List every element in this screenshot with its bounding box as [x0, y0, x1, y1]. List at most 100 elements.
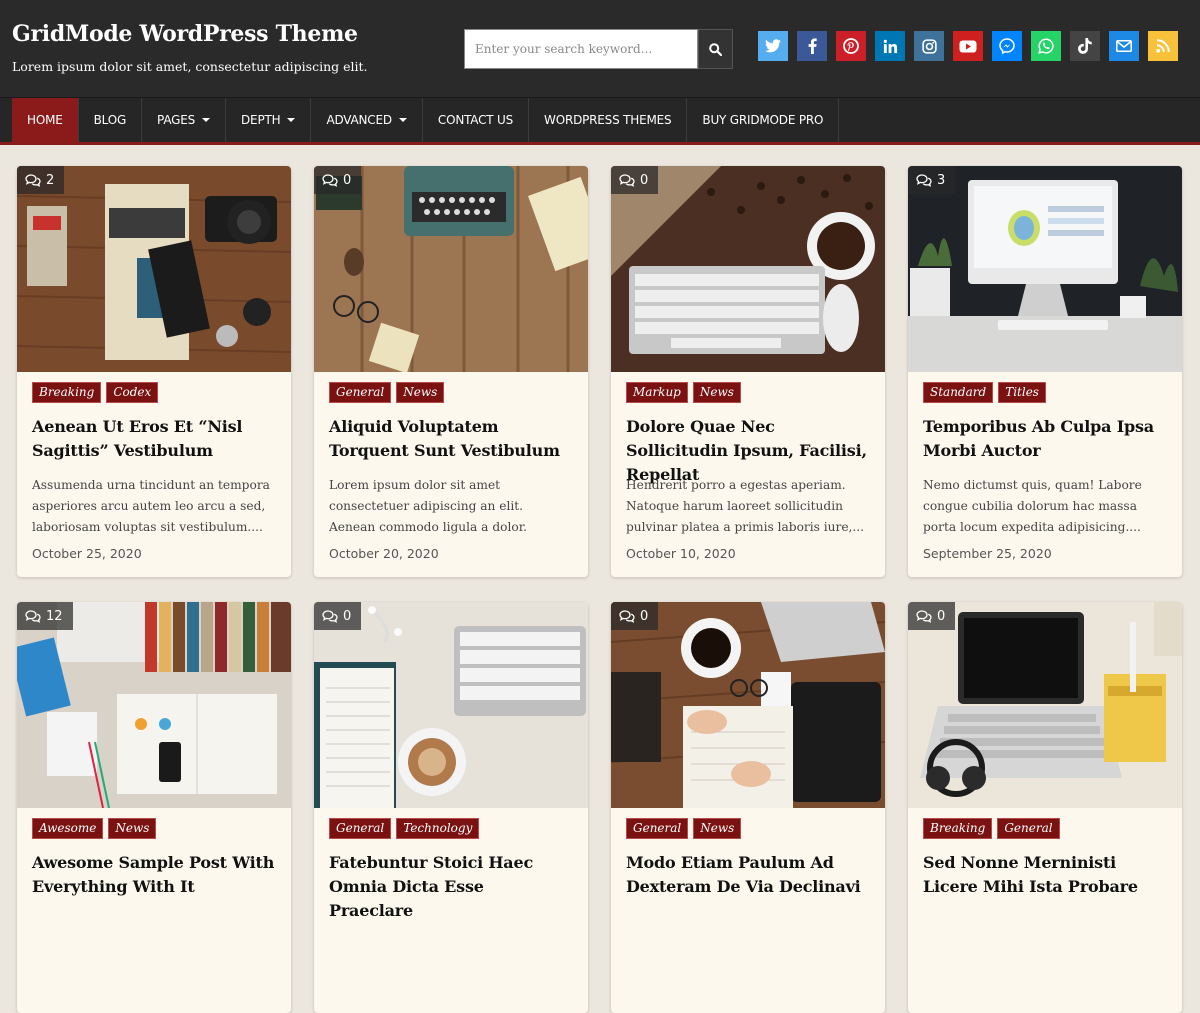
post-title[interactable]: Modo Etiam Paulum Ad Dexteram De Via Dec… — [626, 851, 870, 899]
post-date: October 10, 2020 — [626, 546, 736, 561]
comment-count-badge[interactable]: 0 — [611, 166, 659, 194]
post-categories: General News — [329, 382, 573, 403]
post-date: October 25, 2020 — [32, 546, 142, 561]
nav-item-pages[interactable]: PAGES — [142, 98, 227, 142]
twitter-icon — [765, 39, 781, 53]
pinterest-link[interactable] — [836, 31, 866, 61]
posts-grid: 2 Breaking Codex Aenean Ut Eros Et “Nisl… — [17, 166, 1183, 1013]
post-thumbnail[interactable]: 2 — [17, 166, 291, 372]
main-navigation: HOME BLOG PAGES DEPTH ADVANCED CONTACT U… — [0, 98, 1200, 145]
category-tag[interactable]: Awesome — [32, 818, 104, 839]
comment-count-badge[interactable]: 0 — [314, 602, 362, 630]
post-excerpt: Hendrerit porro a egestas aperiam. Natoq… — [626, 478, 865, 534]
search-button[interactable] — [698, 29, 733, 69]
post-categories: Breaking Codex — [32, 382, 276, 403]
comments-icon — [619, 173, 635, 187]
post-title[interactable]: Temporibus Ab Culpa Ipsa Morbi Auctor — [923, 415, 1167, 463]
comment-count-badge[interactable]: 12 — [17, 602, 73, 630]
post-title[interactable]: Sed Nonne Merninisti Licere Mihi Ista Pr… — [923, 851, 1167, 899]
post-thumbnail[interactable]: 0 — [314, 166, 588, 372]
post-thumbnail[interactable]: 0 — [611, 602, 885, 808]
tiktok-icon — [1078, 38, 1092, 54]
post-card: 0 Breaking General Sed Nonne Merninisti … — [908, 602, 1182, 1013]
category-tag[interactable]: General — [329, 818, 392, 839]
nav-item-advanced[interactable]: ADVANCED — [311, 98, 423, 142]
email-link[interactable] — [1109, 31, 1139, 61]
post-title[interactable]: Dolore Quae Nec Sollicitudin Ipsum, Faci… — [626, 415, 870, 484]
category-tag[interactable]: Titles — [998, 382, 1046, 403]
rss-link[interactable] — [1148, 31, 1178, 61]
category-tag[interactable]: General — [997, 818, 1060, 839]
post-thumbnail[interactable]: 0 — [908, 602, 1182, 808]
post-title[interactable]: Aenean Ut Eros Et “Nisl Sagittis” Vestib… — [32, 415, 276, 463]
post-excerpt: Assumenda urna tincidunt an tempora aspe… — [32, 478, 270, 534]
post-excerpt: Lorem ipsum dolor sit amet consectetuer … — [329, 478, 528, 534]
twitter-link[interactable] — [758, 31, 788, 61]
category-tag[interactable]: General — [626, 818, 689, 839]
email-icon — [1116, 40, 1132, 52]
nav-item-buy-gridmode-pro[interactable]: BUY GRIDMODE PRO — [687, 98, 840, 142]
comment-count-badge[interactable]: 2 — [17, 166, 65, 194]
desk-books-image — [17, 602, 291, 808]
whatsapp-icon — [1038, 38, 1054, 54]
category-tag[interactable]: News — [108, 818, 157, 839]
caret-down-icon — [398, 118, 407, 122]
site-title[interactable]: GridMode WordPress Theme — [12, 21, 358, 47]
facebook-link[interactable] — [797, 31, 827, 61]
category-tag[interactable]: Codex — [106, 382, 159, 403]
post-title[interactable]: Aliquid Voluptatem Torquent Sunt Vestibu… — [329, 415, 573, 463]
category-tag[interactable]: Breaking — [923, 818, 993, 839]
keyboard-coffee-image — [611, 166, 885, 372]
comment-count-badge[interactable]: 0 — [314, 166, 362, 194]
messenger-link[interactable] — [992, 31, 1022, 61]
comments-icon — [619, 609, 635, 623]
category-tag[interactable]: Breaking — [32, 382, 102, 403]
category-tag[interactable]: Standard — [923, 382, 994, 403]
comment-count-badge[interactable]: 0 — [611, 602, 659, 630]
comment-count-badge[interactable]: 0 — [908, 602, 956, 630]
category-tag[interactable]: Markup — [626, 382, 688, 403]
post-card: 0 General Technology Fatebuntur Stoici H… — [314, 602, 588, 1013]
nav-item-blog[interactable]: BLOG — [79, 98, 143, 142]
notebook-coffee-image — [314, 602, 588, 808]
post-categories: Awesome News — [32, 818, 276, 839]
category-tag[interactable]: News — [692, 382, 741, 403]
category-tag[interactable]: News — [396, 382, 445, 403]
comments-icon — [916, 609, 932, 623]
nav-item-home[interactable]: HOME — [12, 98, 79, 142]
youtube-link[interactable] — [953, 31, 983, 61]
post-excerpt — [923, 911, 1167, 974]
facebook-icon — [808, 38, 817, 54]
post-thumbnail[interactable]: 0 — [611, 166, 885, 372]
post-title[interactable]: Awesome Sample Post With Everything With… — [32, 851, 276, 899]
post-excerpt: Nemo dictumst quis, quam! Labore congue … — [923, 478, 1142, 534]
tiktok-link[interactable] — [1070, 31, 1100, 61]
post-date: October 20, 2020 — [329, 546, 439, 561]
category-tag[interactable]: Technology — [396, 818, 480, 839]
nav-item-wordpress-themes[interactable]: WORDPRESS THEMES — [529, 98, 688, 142]
nav-item-contact-us[interactable]: CONTACT US — [423, 98, 530, 142]
category-tag[interactable]: News — [693, 818, 742, 839]
linkedin-link[interactable] — [875, 31, 905, 61]
nav-item-depth[interactable]: DEPTH — [226, 98, 312, 142]
post-date: September 25, 2020 — [923, 546, 1052, 561]
site-description: Lorem ipsum dolor sit amet, consectetur … — [12, 59, 368, 74]
post-excerpt — [626, 911, 870, 974]
comments-icon — [322, 173, 338, 187]
post-thumbnail[interactable]: 0 — [314, 602, 588, 808]
post-thumbnail[interactable]: 3 — [908, 166, 1182, 372]
instagram-link[interactable] — [914, 31, 944, 61]
search-input[interactable] — [464, 29, 698, 69]
site-header: GridMode WordPress Theme Lorem ipsum dol… — [0, 0, 1200, 98]
post-title[interactable]: Fatebuntur Stoici Haec Omnia Dicta Esse … — [329, 851, 573, 920]
search-form — [464, 29, 733, 69]
social-icons — [758, 31, 1178, 61]
whatsapp-link[interactable] — [1031, 31, 1061, 61]
pinterest-icon — [843, 38, 859, 54]
messenger-icon — [999, 38, 1015, 54]
category-tag[interactable]: General — [329, 382, 392, 403]
comment-count-badge[interactable]: 3 — [908, 166, 956, 194]
post-card: 0 General News Modo Etiam Paulum Ad Dext… — [611, 602, 885, 1013]
search-icon — [709, 42, 722, 56]
post-thumbnail[interactable]: 12 — [17, 602, 291, 808]
